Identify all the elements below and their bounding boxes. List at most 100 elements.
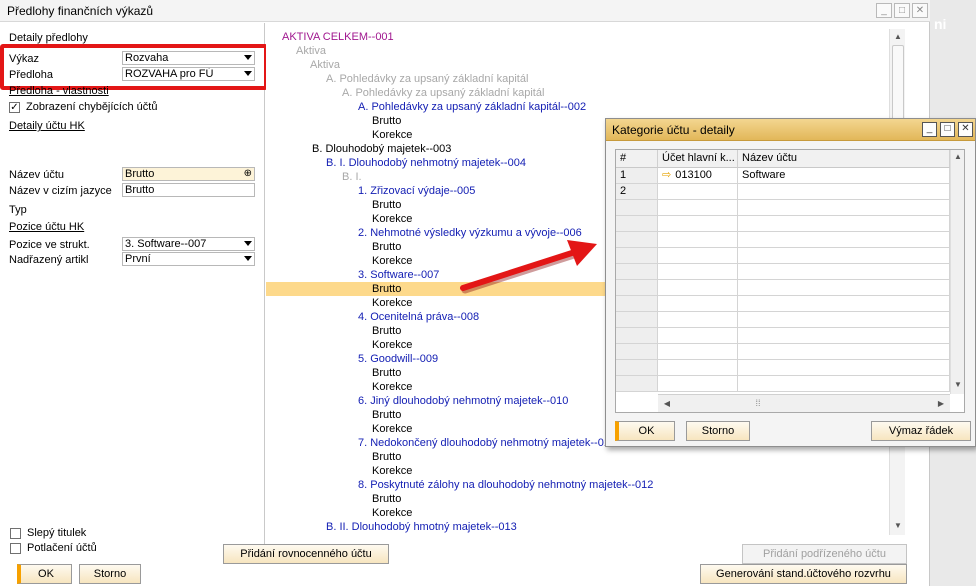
template-properties-link[interactable]: Předloha - vlastnosti xyxy=(9,85,109,97)
dialog-cancel-button[interactable]: Storno xyxy=(686,421,750,441)
account-details-link[interactable]: Detaily účtu HK xyxy=(9,120,85,132)
blind-title-checkbox[interactable] xyxy=(10,528,21,539)
tree-item[interactable]: Korekce xyxy=(372,212,412,226)
add-equal-account-button[interactable]: Přidání rovnocenného účtu xyxy=(223,544,389,564)
grid-cell-account-name[interactable] xyxy=(738,232,950,248)
tree-item[interactable]: Korekce xyxy=(372,338,412,352)
tree-item[interactable]: Brutto xyxy=(372,198,401,212)
suppress-accounts-checkbox[interactable] xyxy=(10,543,21,554)
tree-item[interactable]: Korekce xyxy=(372,128,412,142)
tree-item[interactable]: B. II. Dlouhodobý hmotný majetek--013 xyxy=(326,520,517,534)
minimize-icon[interactable]: _ xyxy=(922,122,937,137)
column-header-account-name[interactable]: Název účtu xyxy=(738,150,950,168)
grid-cell-account-name[interactable] xyxy=(738,184,950,200)
parent-item-dropdown[interactable]: První xyxy=(122,252,255,266)
position-dropdown[interactable]: 3. Software--007 xyxy=(122,237,255,251)
grid-cell-account-name[interactable] xyxy=(738,296,950,312)
tree-item[interactable]: Brutto xyxy=(372,492,401,506)
grid-cell-gl-account[interactable]: ⇨ 013100 xyxy=(658,168,738,184)
close-icon[interactable]: ✕ xyxy=(912,3,928,18)
tree-item[interactable]: B. Dlouhodobý majetek--003 xyxy=(312,142,451,156)
link-arrow-icon[interactable]: ⇨ xyxy=(662,169,671,181)
tree-item[interactable]: 5. Goodwill--009 xyxy=(358,352,438,366)
grid-cell-gl-account[interactable] xyxy=(658,184,738,200)
foreign-name-field[interactable]: Brutto xyxy=(122,183,255,197)
tree-item[interactable]: Brutto xyxy=(372,450,401,464)
grid-horizontal-scrollbar[interactable]: ◀ ⁞⁞ ▶ xyxy=(658,394,950,412)
tree-item[interactable]: B. I. Dlouhodobý nehmotný majetek--004 xyxy=(326,156,526,170)
grid-cell-gl-account[interactable] xyxy=(658,232,738,248)
tree-item[interactable]: Brutto xyxy=(372,240,401,254)
grid-cell-account-name[interactable] xyxy=(738,264,950,280)
grid-cell-gl-account[interactable] xyxy=(658,296,738,312)
grid-cell-gl-account[interactable] xyxy=(658,264,738,280)
grid-cell-account-name[interactable] xyxy=(738,312,950,328)
tree-item[interactable]: 7. Nedokončený dlouhodobý nehmotný majet… xyxy=(358,436,615,450)
grid-vertical-scrollbar[interactable]: ▲ ▼ xyxy=(950,150,964,394)
grid-cell-gl-account[interactable] xyxy=(658,200,738,216)
tree-item[interactable]: 8. Poskytnuté zálohy na dlouhodobý nehmo… xyxy=(358,478,653,492)
scroll-down-icon[interactable]: ▼ xyxy=(891,519,905,533)
tree-item[interactable]: 3. Software--007 xyxy=(358,268,439,282)
tree-item[interactable]: Brutto xyxy=(372,282,401,296)
scroll-up-icon[interactable]: ▲ xyxy=(891,30,905,44)
grid-cell-gl-account[interactable] xyxy=(658,280,738,296)
tree-item[interactable]: Brutto xyxy=(372,408,401,422)
cancel-button[interactable]: Storno xyxy=(79,564,141,584)
scrollbar-grip-icon[interactable]: ⁞⁞ xyxy=(750,397,766,409)
grid-cell-account-name[interactable]: Software xyxy=(738,168,950,184)
maximize-icon[interactable]: □ xyxy=(894,3,910,18)
tree-item[interactable]: Brutto xyxy=(372,114,401,128)
ok-button[interactable]: OK xyxy=(17,564,72,584)
tree-item[interactable]: A. Pohledávky za upsaný základní kapitál… xyxy=(358,100,586,114)
tree-item[interactable]: Brutto xyxy=(372,324,401,338)
tree-item[interactable]: Korekce xyxy=(372,380,412,394)
grid-cell-gl-account[interactable] xyxy=(658,376,738,392)
tree-item[interactable]: A. Pohledávky za upsaný základní kapitál xyxy=(326,72,528,86)
close-icon[interactable]: ✕ xyxy=(958,122,973,137)
grid-cell-account-name[interactable] xyxy=(738,248,950,264)
scroll-left-icon[interactable]: ◀ xyxy=(660,397,674,411)
grid-cell-account-name[interactable] xyxy=(738,360,950,376)
grid-cell-account-name[interactable] xyxy=(738,376,950,392)
grid-cell-account-name[interactable] xyxy=(738,344,950,360)
add-child-account-button[interactable]: Přidání podřízeného účtu xyxy=(742,544,907,564)
tree-item[interactable]: 6. Jiný dlouhodobý nehmotný majetek--010 xyxy=(358,394,568,408)
tree-item[interactable]: AKTIVA CELKEM--001 xyxy=(282,30,394,44)
grid-cell-account-name[interactable] xyxy=(738,200,950,216)
grid-cell-gl-account[interactable] xyxy=(658,312,738,328)
tree-item[interactable]: Korekce xyxy=(372,254,412,268)
grid-cell-gl-account[interactable] xyxy=(658,344,738,360)
tree-item[interactable]: B. I. xyxy=(342,170,362,184)
scrollbar-thumb[interactable] xyxy=(892,45,904,125)
delete-row-button[interactable]: Výmaz řádek xyxy=(871,421,971,441)
tree-item[interactable]: A. Pohledávky za upsaný základní kapitál xyxy=(342,86,544,100)
tree-item[interactable]: Korekce xyxy=(372,506,412,520)
column-header-gl-account[interactable]: Účet hlavní k... xyxy=(658,150,738,168)
grid-cell-gl-account[interactable] xyxy=(658,248,738,264)
grid-cell-gl-account[interactable] xyxy=(658,216,738,232)
grid-cell-gl-account[interactable] xyxy=(658,360,738,376)
tree-item[interactable]: Aktiva xyxy=(296,44,326,58)
maximize-icon[interactable]: □ xyxy=(940,122,955,137)
scroll-right-icon[interactable]: ▶ xyxy=(934,397,948,411)
show-missing-accounts-checkbox[interactable]: ✓ xyxy=(9,102,20,113)
grid-cell-account-name[interactable] xyxy=(738,216,950,232)
translate-icon[interactable]: ⊕ xyxy=(244,168,252,180)
account-position-link[interactable]: Pozice účtu HK xyxy=(9,221,84,233)
dialog-ok-button[interactable]: OK xyxy=(615,421,675,441)
grid-cell-gl-account[interactable] xyxy=(658,328,738,344)
tree-item[interactable]: Korekce xyxy=(372,422,412,436)
minimize-icon[interactable]: _ xyxy=(876,3,892,18)
generate-chart-of-accounts-button[interactable]: Generování stand.účtového rozvrhu xyxy=(700,564,907,584)
tree-item[interactable]: Brutto xyxy=(372,366,401,380)
account-name-field[interactable]: Brutto ⊕ xyxy=(122,167,255,181)
tree-item[interactable]: 4. Ocenitelná práva--008 xyxy=(358,310,479,324)
tree-item[interactable]: Korekce xyxy=(372,464,412,478)
scroll-down-icon[interactable]: ▼ xyxy=(951,378,965,392)
grid-cell-account-name[interactable] xyxy=(738,280,950,296)
tree-item[interactable]: 1. Zřizovací výdaje--005 xyxy=(358,184,475,198)
grid-cell-account-name[interactable] xyxy=(738,328,950,344)
tree-item[interactable]: Korekce xyxy=(372,296,412,310)
tree-item[interactable]: Aktiva xyxy=(310,58,340,72)
